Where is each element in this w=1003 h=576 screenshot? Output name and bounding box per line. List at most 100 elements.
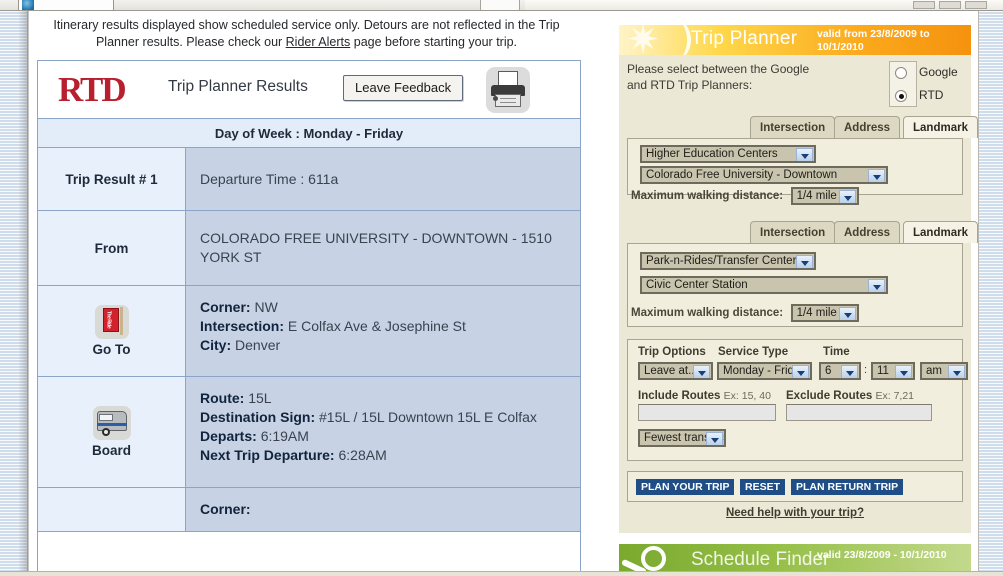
destination-place-select[interactable]: Civic Center Station — [640, 276, 888, 294]
field-value: Denver — [235, 337, 281, 353]
tab-destination-landmark[interactable]: Landmark — [903, 221, 978, 243]
table-row: Board Route: 15L Destination Sign: #15L … — [38, 377, 580, 488]
need-help-link[interactable]: Need help with your trip? — [619, 507, 971, 519]
time-meridiem-value: am — [926, 365, 942, 377]
tab-destination-intersection[interactable]: Intersection — [750, 221, 836, 243]
planner-radio-group[interactable]: Google RTD — [889, 61, 958, 107]
leave-feedback-button[interactable]: Leave Feedback — [343, 75, 464, 101]
action-button-bar: PLAN YOUR TRIP RESET PLAN RETURN TRIP — [627, 471, 963, 502]
field-key: Next Trip Departure: — [200, 447, 335, 463]
field-key: Intersection: — [200, 318, 285, 334]
time-label: Time — [823, 346, 850, 358]
alert-line-2-after: page before starting your trip. — [350, 35, 518, 49]
origin-place-select[interactable]: Colorado Free University - Downtown — [640, 166, 888, 184]
radio-dot-rtd[interactable] — [895, 90, 907, 102]
origin-walk-select[interactable]: 1/4 mile — [790, 187, 859, 205]
window-controls[interactable] — [909, 1, 995, 10]
time-separator: : — [864, 364, 868, 376]
destination-category-select[interactable]: Park-n-Rides/Transfer Centers — [640, 252, 816, 270]
field-value: #15L / 15L Downtown 15L E Colfax — [319, 409, 537, 425]
destination-walk-value: 1/4 mile — [796, 307, 837, 319]
exclude-routes-example: Ex: 7,21 — [875, 390, 915, 402]
maximize-button[interactable] — [939, 1, 961, 9]
trip-planner-title: Trip Planner — [691, 28, 798, 49]
time-hour-value: 6 — [825, 365, 832, 377]
bus-stop-sign-icon: The Ride — [94, 305, 129, 339]
printer-tray — [495, 94, 521, 107]
row-label: From — [38, 211, 186, 285]
transfers-select[interactable]: Fewest transfers — [638, 429, 726, 447]
field-key: Route: — [200, 390, 245, 406]
row-label-text: Board — [91, 443, 131, 458]
chevron-down-icon — [841, 365, 858, 378]
right-striped-margin — [978, 11, 1003, 576]
time-minute-select[interactable]: 11 — [871, 362, 915, 380]
time-minute-value: 11 — [877, 365, 889, 377]
field-key: Destination Sign: — [200, 409, 316, 425]
field-value: 6:28AM — [338, 447, 387, 463]
chevron-down-icon — [693, 365, 710, 378]
include-routes-input[interactable] — [638, 404, 776, 421]
trip-options-group: Trip Options Service Type Time Leave at.… — [627, 339, 968, 461]
banner-arc-decoration — [657, 25, 691, 55]
reset-button[interactable]: RESET — [740, 479, 786, 495]
plan-return-trip-button[interactable]: PLAN RETURN TRIP — [791, 479, 904, 495]
include-routes-label: Include Routes Ex: 15, 40 — [638, 390, 771, 402]
time-hour-select[interactable]: 6 — [819, 362, 861, 380]
origin-group: Higher Education Centers Colorado Free U… — [627, 138, 963, 205]
row-value: Corner: NW Intersection: E Colfax Ave & … — [186, 286, 580, 376]
tab-origin-address[interactable]: Address — [834, 116, 901, 138]
plan-your-trip-button[interactable]: PLAN YOUR TRIP — [636, 479, 735, 495]
origin-category-select[interactable]: Higher Education Centers — [640, 145, 816, 163]
column-divider — [603, 11, 612, 576]
chevron-down-icon — [948, 365, 965, 378]
radio-option-google[interactable]: Google — [890, 62, 978, 85]
origin-walk-label: Maximum walking distance: — [631, 190, 784, 202]
tab-destination-address[interactable]: Address — [834, 221, 901, 243]
row-label-board: Board — [38, 377, 186, 487]
day-of-week-header: Day of Week : Monday - Friday — [38, 119, 580, 148]
table-row: The Ride Go To Corner: NW Intersection: … — [38, 286, 580, 377]
destination-category-value: Park-n-Rides/Transfer Centers — [646, 255, 803, 267]
row-label-goto: The Ride Go To — [38, 286, 186, 376]
origin-place-value: Colorado Free University - Downtown — [646, 169, 838, 181]
trip-options-select[interactable]: Leave at... — [638, 362, 713, 380]
row-value: Departure Time : 611a — [186, 148, 580, 210]
destination-place-value: Civic Center Station — [646, 279, 748, 291]
row-label-text: Go To — [92, 342, 131, 357]
trip-options-label: Trip Options — [638, 346, 706, 358]
tab-origin-landmark[interactable]: Landmark — [903, 116, 978, 138]
service-type-select[interactable]: Monday - Friday — [717, 362, 812, 380]
rider-alerts-link[interactable]: Rider Alerts — [286, 35, 351, 49]
printer-icon[interactable] — [486, 67, 530, 113]
prompt-line-2: and RTD Trip Planners: — [627, 78, 753, 92]
minimize-button[interactable] — [913, 1, 935, 9]
destination-walk-select[interactable]: 1/4 mile — [790, 304, 859, 322]
exclude-routes-label-text: Exclude Routes — [786, 390, 873, 402]
trip-results-panel: RTD Trip Planner Results Leave Feedback … — [37, 60, 581, 576]
service-type-label: Service Type — [718, 346, 789, 358]
chevron-down-icon — [796, 255, 813, 268]
chevron-down-icon — [868, 169, 885, 182]
browser-chrome — [0, 0, 1003, 11]
field-key: Corner: — [200, 299, 251, 315]
row-label: Trip Result # 1 — [38, 148, 186, 210]
table-row: Trip Result # 1 Departure Time : 611a — [38, 148, 580, 211]
table-row-partial: Corner: — [38, 488, 580, 532]
exclude-routes-input[interactable] — [786, 404, 932, 421]
printer-led — [493, 96, 498, 101]
radio-label-rtd: RTD — [919, 88, 944, 102]
radio-dot-google[interactable] — [895, 67, 907, 79]
origin-category-value: Higher Education Centers — [646, 148, 778, 160]
tab-origin-intersection[interactable]: Intersection — [750, 116, 836, 138]
destination-group: Park-n-Rides/Transfer Centers Civic Cent… — [627, 243, 963, 327]
include-routes-example: Ex: 15, 40 — [723, 390, 771, 402]
time-meridiem-select[interactable]: am — [920, 362, 968, 380]
close-button[interactable] — [965, 1, 987, 9]
planner-select-prompt: Please select between the Google and RTD… — [627, 61, 827, 93]
radio-option-rtd[interactable]: RTD — [890, 85, 978, 108]
trip-planner-body: Please select between the Google and RTD… — [619, 55, 978, 533]
row-label — [38, 488, 186, 531]
schedule-finder-valid-dates: valid 23/8/2009 - 10/1/2010 — [817, 549, 947, 561]
new-tab-button[interactable] — [480, 0, 520, 10]
